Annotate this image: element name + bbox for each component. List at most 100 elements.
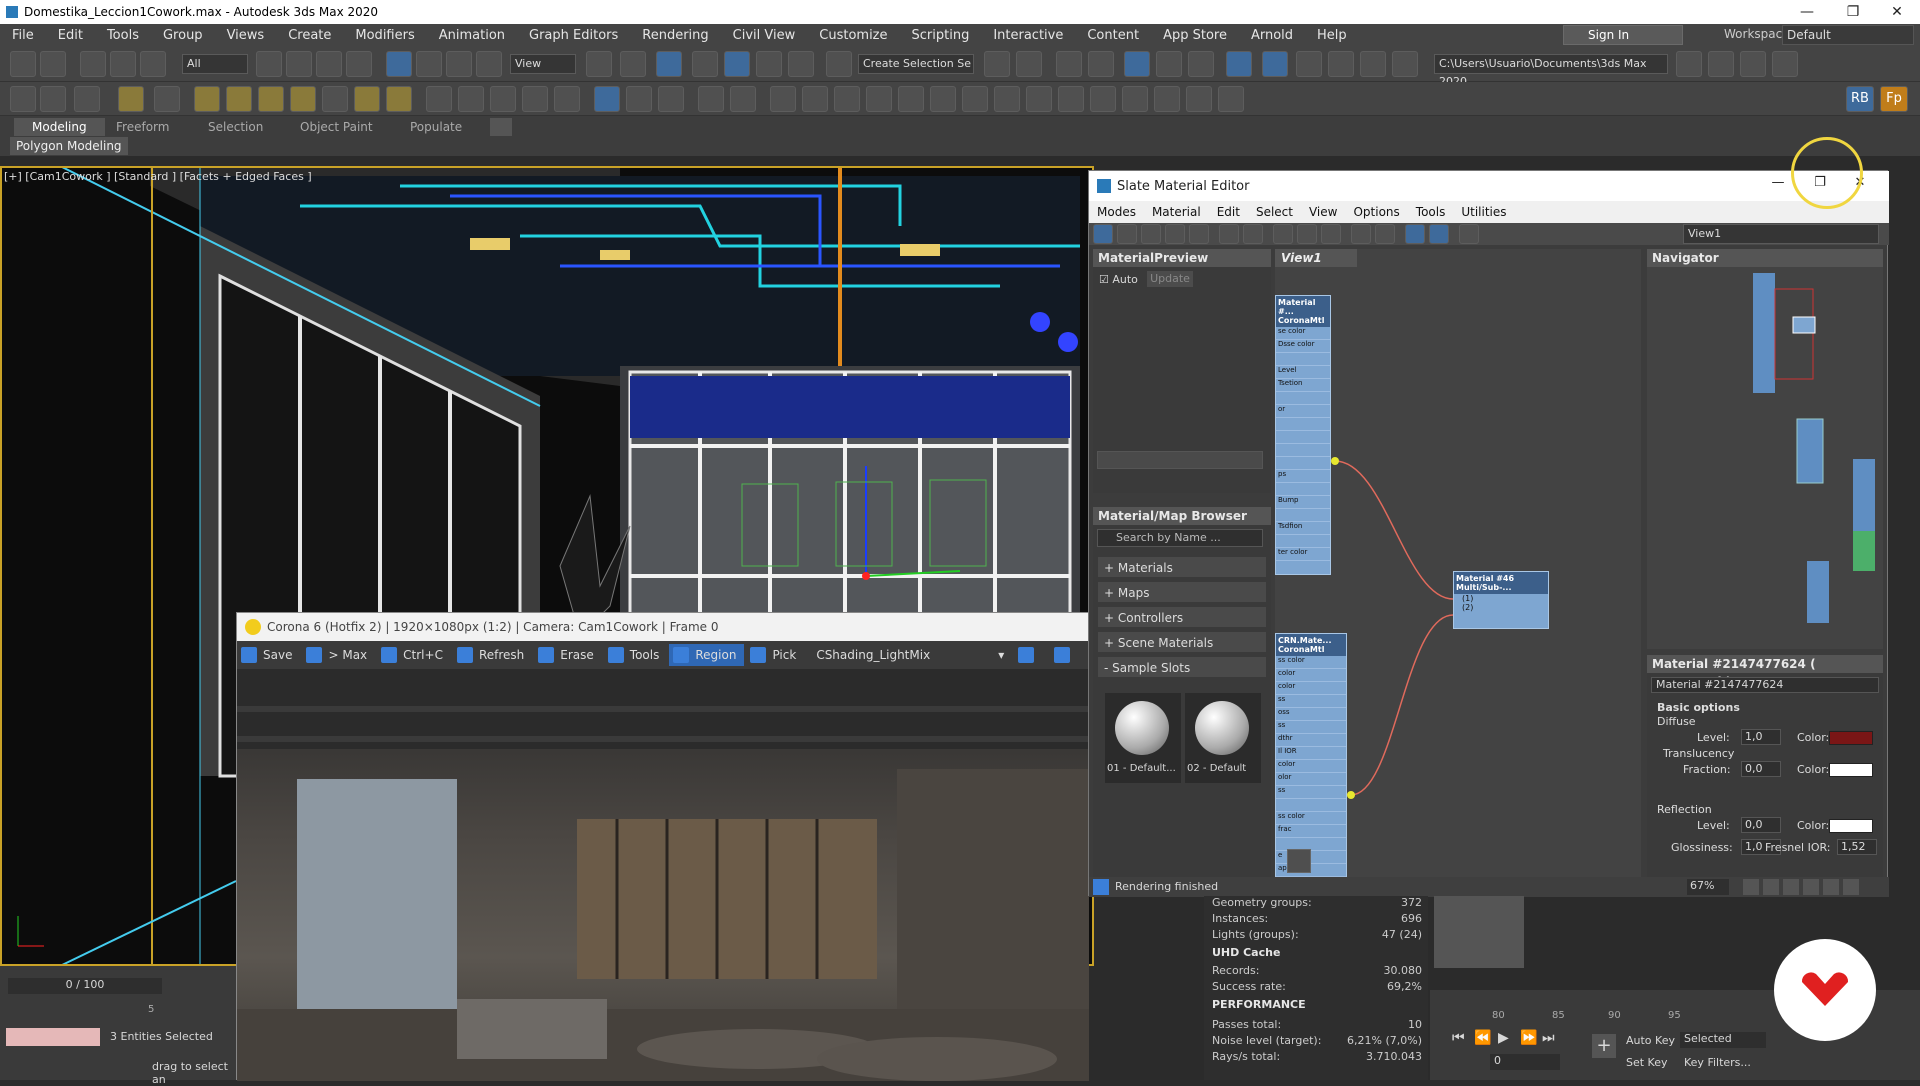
menu-modifiers[interactable]: Modifiers <box>343 28 426 43</box>
window-crossing-icon[interactable] <box>346 51 372 77</box>
menu-arnold[interactable]: Arnold <box>1239 28 1305 43</box>
candle-icon[interactable] <box>962 86 988 112</box>
vfb-tools-button[interactable]: Tools <box>604 644 668 666</box>
prev-frame-icon[interactable]: ⏪ <box>1474 1030 1491 1046</box>
sme-menu-material[interactable]: Material <box>1144 205 1209 219</box>
tab-freeform[interactable]: Freeform <box>116 118 169 136</box>
zoom-icon[interactable] <box>1763 879 1779 895</box>
bind-spacewarp-icon[interactable] <box>140 51 166 77</box>
pan-hand-icon[interactable] <box>1743 879 1759 895</box>
select-object-icon[interactable] <box>256 51 282 77</box>
rect-region-icon[interactable] <box>316 51 342 77</box>
diffuse-color-swatch[interactable] <box>1829 731 1873 745</box>
preview-dropdown[interactable] <box>1097 451 1263 469</box>
rotate-icon[interactable] <box>416 51 442 77</box>
selection-filter-dropdown[interactable]: All <box>182 54 248 74</box>
corona-plane-icon[interactable] <box>194 86 220 112</box>
curve-editor-icon[interactable] <box>1156 51 1182 77</box>
assign-to-selection-icon[interactable] <box>1165 224 1185 244</box>
menu-graph-editors[interactable]: Graph Editors <box>517 28 630 43</box>
material-editor-icon[interactable] <box>1226 51 1252 77</box>
corona-light-lister-icon[interactable] <box>118 86 144 112</box>
set-key-button[interactable]: Set Key <box>1626 1056 1668 1069</box>
polygon-modeling-panel[interactable]: Polygon Modeling <box>10 137 128 155</box>
help-icon[interactable] <box>730 86 756 112</box>
snaps-toggle-icon[interactable] <box>692 51 718 77</box>
layout-vertical-icon[interactable] <box>1351 224 1371 244</box>
vfb-pick-button[interactable]: Pick <box>746 644 804 666</box>
maxscript-listener[interactable] <box>6 1028 100 1046</box>
light-bulb-icon[interactable] <box>770 86 796 112</box>
sign-in-button[interactable]: Sign In <box>1563 25 1683 45</box>
menu-civil-view[interactable]: Civil View <box>721 28 808 43</box>
fog-icon[interactable] <box>866 86 892 112</box>
corona-cone-light-icon[interactable] <box>322 86 348 112</box>
menu-file[interactable]: File <box>0 28 46 43</box>
undo-icon[interactable] <box>10 51 36 77</box>
fresnel-spinner[interactable]: 1,52 <box>1837 839 1877 855</box>
menu-customize[interactable]: Customize <box>807 28 899 43</box>
edit-named-sets-icon[interactable] <box>826 51 852 77</box>
tab-selection[interactable]: Selection <box>208 118 263 136</box>
translucency-color-swatch[interactable] <box>1829 763 1873 777</box>
material-id-icon[interactable] <box>1321 224 1341 244</box>
next-frame-icon[interactable]: ⏩ <box>1520 1030 1537 1046</box>
select-manipulate-icon[interactable] <box>620 51 646 77</box>
lightmix-dropdown[interactable]: CShading_LightMix ▾ <box>812 644 1012 666</box>
grid-tool-icon[interactable] <box>1058 86 1084 112</box>
zoom-extents-icon[interactable] <box>1803 879 1819 895</box>
vfb-to-max-button[interactable]: > Max <box>302 644 375 666</box>
auto-key-button[interactable]: Auto Key <box>1626 1034 1675 1047</box>
workspace-dropdown[interactable]: Default <box>1782 25 1914 45</box>
named-selection-dropdown[interactable]: Create Selection Se <box>858 54 974 74</box>
pick-material-icon[interactable] <box>1117 224 1137 244</box>
menu-interactive[interactable]: Interactive <box>981 28 1075 43</box>
angle-snap-icon[interactable] <box>724 51 750 77</box>
group-maps[interactable]: + Maps <box>1097 581 1267 603</box>
tab-object-paint[interactable]: Object Paint <box>300 118 373 136</box>
close-button[interactable]: ✕ <box>1874 0 1920 24</box>
reflection-color-swatch[interactable] <box>1829 819 1873 833</box>
basic-options-rollout[interactable]: Basic options <box>1657 701 1740 714</box>
display-toggle-icon[interactable] <box>1154 86 1180 112</box>
node-multi-sub[interactable]: Material #46 Multi/Sub-... (1) (2) <box>1453 571 1549 629</box>
minimize-button[interactable]: — <box>1784 0 1830 24</box>
corona-cylinder-light-icon[interactable] <box>290 86 316 112</box>
move-icon[interactable] <box>386 51 412 77</box>
menu-app-store[interactable]: App Store <box>1151 28 1239 43</box>
lighting-tool-icon[interactable] <box>834 86 860 112</box>
corona-decal-icon[interactable] <box>458 86 484 112</box>
refl-level-spinner[interactable]: 0,0 <box>1741 817 1781 833</box>
menu-animation[interactable]: Animation <box>427 28 517 43</box>
camera-icon[interactable] <box>994 86 1020 112</box>
select-by-material-icon[interactable] <box>1459 224 1479 244</box>
corona-distance-icon[interactable] <box>554 86 580 112</box>
vfb-ctrlc-button[interactable]: Ctrl+C <box>377 644 451 666</box>
sme-menu-tools[interactable]: Tools <box>1408 205 1454 219</box>
menu-edit[interactable]: Edit <box>46 28 95 43</box>
bookmark-icon[interactable] <box>1287 849 1311 873</box>
menu-views[interactable]: Views <box>215 28 277 43</box>
navigator-map[interactable] <box>1647 269 1883 645</box>
corona-tools-icon[interactable] <box>698 86 724 112</box>
render-production-icon[interactable] <box>1328 51 1354 77</box>
vfb-render-image[interactable] <box>237 669 1089 1081</box>
hide-unused-icon[interactable] <box>1243 224 1263 244</box>
key-mode-dropdown[interactable]: Selected <box>1680 1032 1766 1048</box>
project-path-dropdown[interactable]: C:\Users\Usuario\Documents\3ds Max 2020 <box>1434 54 1668 88</box>
thumbnail-preview[interactable] <box>1434 896 1524 968</box>
group-controllers[interactable]: + Controllers <box>1097 606 1267 628</box>
corona-disk-light-icon[interactable] <box>258 86 284 112</box>
vfb-zoom-in-icon[interactable] <box>1014 644 1048 666</box>
eye-icon[interactable] <box>1186 86 1212 112</box>
port-1[interactable]: (1) <box>1454 594 1548 603</box>
vfb-region-button[interactable]: Region <box>669 644 745 666</box>
zoom-selected-icon[interactable] <box>1823 879 1839 895</box>
tab-modeling[interactable]: Modeling <box>14 118 105 136</box>
rendered-frame-window-icon[interactable] <box>1296 51 1322 77</box>
corona-sphere-light-icon[interactable] <box>226 86 252 112</box>
group-scene-materials[interactable]: + Scene Materials <box>1097 631 1267 653</box>
render-in-cloud-icon[interactable] <box>1360 51 1386 77</box>
menu-tools[interactable]: Tools <box>95 28 151 43</box>
sme-minimize-button[interactable]: — <box>1765 175 1791 190</box>
